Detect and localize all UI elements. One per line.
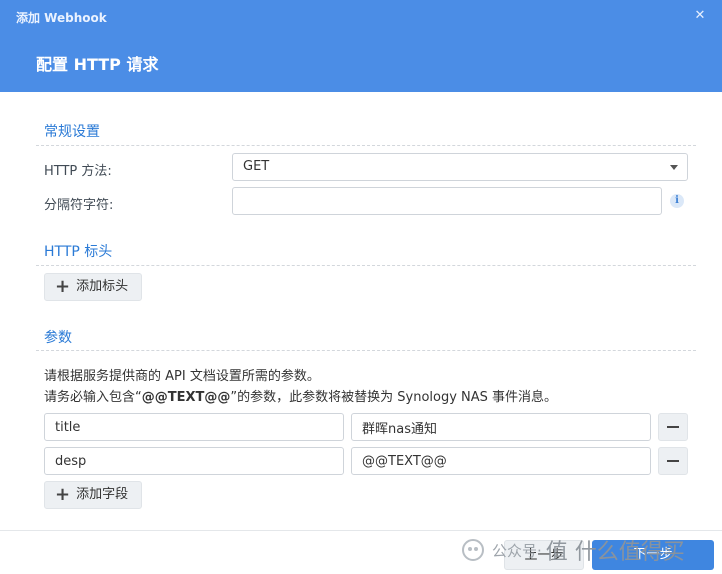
close-icon[interactable]: ✕ [692,8,708,24]
param-value-input[interactable] [351,447,651,475]
help-token: @@TEXT@@ [141,390,231,405]
add-field-button[interactable]: + 添加字段 [44,481,143,509]
wechat-icon [462,539,484,561]
separator-label: 分隔符字符: [44,198,114,213]
separator-input[interactable] [232,187,662,215]
section-title-general: 常规设置 [44,124,100,140]
add-field-label: 添加字段 [76,487,129,502]
remove-row-button[interactable] [658,413,688,441]
remove-row-button[interactable] [658,447,688,475]
divider-headers [36,265,696,266]
params-help-line1: 请根据服务提供商的 API 文档设置所需的参数。 [44,369,320,384]
params-help-line2: 请务必输入包含“@@TEXT@@”的参数，此参数将被替换为 Synology N… [44,386,557,405]
divider-params [36,350,696,351]
http-method-value: GET [243,159,270,174]
plus-icon: + [55,484,71,505]
dialog-heading: 配置 HTTP 请求 [36,55,159,74]
window-title: 添加 Webhook [16,11,107,25]
help-suffix: ”的参数，此参数将被替换为 Synology NAS 事件消息。 [230,390,558,405]
watermark-left-text: 公众号· [492,541,542,560]
watermark: 公众号· 值 什么值得买 [462,530,685,570]
dialog-header: 添加 Webhook ✕ 配置 HTTP 请求 [0,0,722,92]
http-method-select[interactable]: GET [232,153,688,181]
section-title-headers: HTTP 标头 [44,244,113,260]
add-header-label: 添加标头 [76,279,129,294]
info-icon[interactable]: i [670,194,684,208]
divider-general [36,145,696,146]
http-method-label: HTTP 方法: [44,164,112,179]
param-key-input[interactable] [44,413,344,441]
help-prefix: 请务必输入包含“ [44,390,142,405]
chevron-down-icon [670,165,678,170]
section-title-params: 参数 [44,330,72,346]
add-header-button[interactable]: + 添加标头 [44,273,143,301]
param-key-input[interactable] [44,447,344,475]
plus-icon: + [55,276,71,297]
param-value-input[interactable] [351,413,651,441]
watermark-right-text: 值 什么值得买 [545,540,685,565]
